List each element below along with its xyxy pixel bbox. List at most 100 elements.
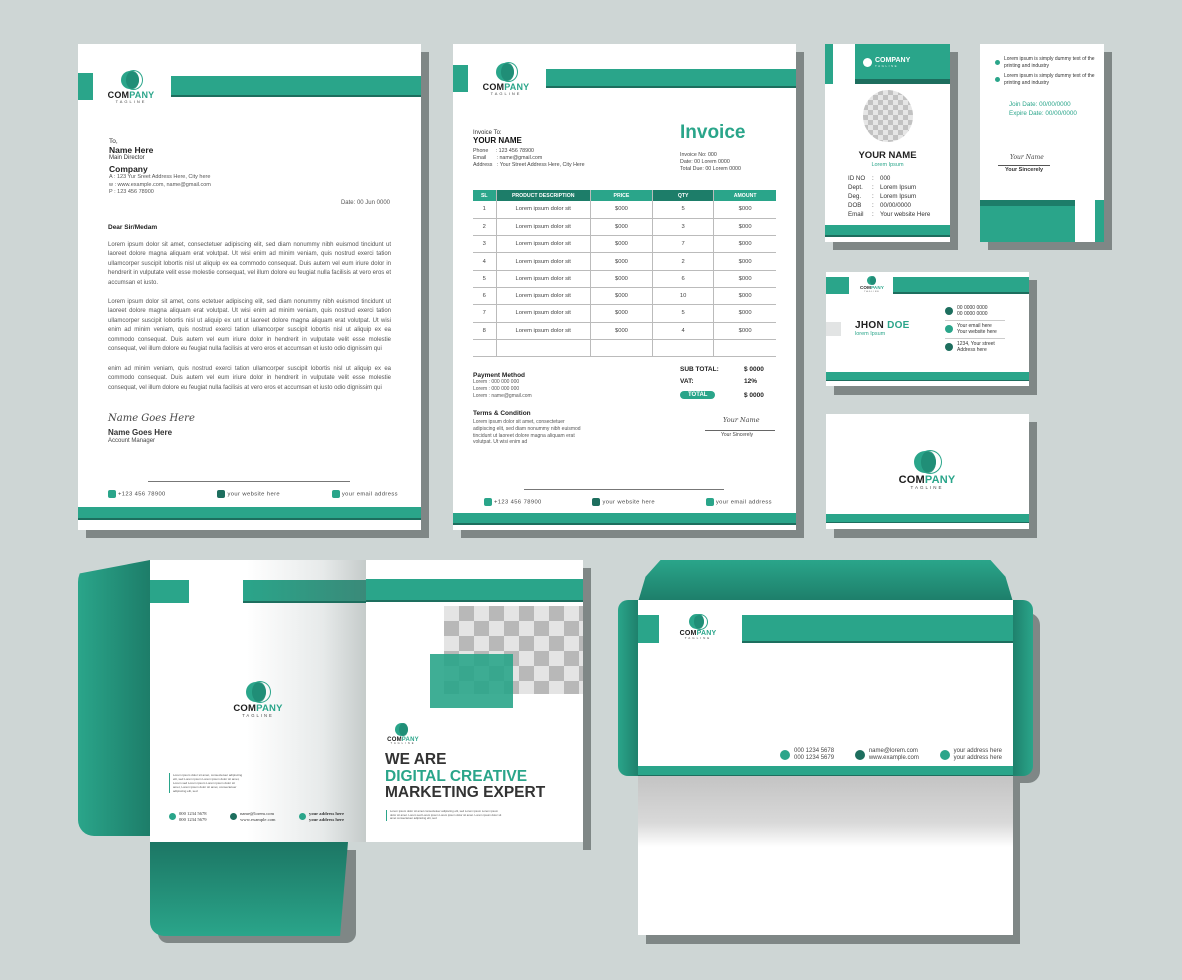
globe-icon [217, 490, 226, 498]
cell-sl: 3 [473, 235, 497, 254]
id-name: YOUR NAME [858, 150, 917, 161]
id-field-row: Deg.: Lorem Ipsum [848, 193, 917, 200]
biz-website: Your website here [957, 329, 997, 335]
id-subtitle: Lorem Ipsum [871, 162, 904, 168]
id-field-row: Email: Your website Here [848, 211, 931, 218]
env-website: www.example.com [868, 755, 919, 761]
cell-description: Lorem ipsum dolor sit [495, 304, 591, 323]
folder-bottom-flap [150, 842, 348, 936]
headline-line-3: MARKETING EXPERT [385, 784, 546, 801]
signer-name: Name Goes Here [108, 428, 173, 437]
join-date: Join Date: 00/00/0000 [1009, 101, 1071, 108]
cell-description: Lorem ipsum dolor sit [495, 270, 591, 288]
biz-grey-block [826, 322, 841, 336]
footer-divider [148, 481, 350, 482]
invoice-row: 7 Lorem ipsum dolor sit $000 5 $000 [473, 304, 776, 323]
cover-logo: COMPANY TAGLINE [384, 723, 422, 746]
logo-mark-icon [863, 58, 872, 67]
cover-bar [366, 579, 583, 602]
id-field-value: Lorem Ipsum [880, 184, 917, 191]
footer-phone: +123 456 78900 [484, 498, 542, 506]
recipient-role: Main Director [109, 155, 145, 161]
invoice-to-phone: Phone : 123 456 78900 [473, 148, 534, 154]
payment-method-title: Payment Method [473, 372, 526, 379]
col-amount: AMOUNT [713, 190, 776, 201]
footer-contacts: +123 456 78900 your website here your em… [484, 498, 772, 506]
letter-paragraph-3: enim ad minim veniam, quis nostrud exerc… [108, 366, 391, 391]
cover-blurb: Lorem ipsum dolor sit amet consectetuer … [386, 809, 504, 822]
invoice-to-email: Email : name@gmail.com [473, 155, 543, 162]
expire-date: Expire Date: 00/00/0000 [1009, 110, 1077, 117]
biz-phone-2: 00 0000 0000 [957, 311, 988, 317]
id-strip-left [825, 44, 833, 84]
cell-sl: 6 [473, 287, 497, 306]
signature-script: Name Goes Here [108, 413, 195, 424]
logo-mark-icon [494, 62, 518, 82]
phone-icon [780, 750, 790, 760]
id-back-sincerely: Your Sincerely [1005, 167, 1044, 173]
invoice-sincerely: Your Sincerely [721, 432, 754, 438]
cell-amount: $000 [713, 322, 776, 340]
logo-mark-icon [244, 681, 272, 703]
id-bullet-item: Lorem ipsum is simply dummy text of the … [995, 56, 1103, 69]
company-logo: COMPANY TAGLINE [477, 62, 535, 96]
letter-paragraph-1: Lorem ipsum dolor sit amet, consectetuer… [108, 242, 391, 286]
folder-inside-left: COMPANY TAGLINE Lorem ipsum dolor sit am… [150, 560, 366, 842]
cell-qty: 7 [652, 235, 714, 254]
footer-email: your email address [705, 498, 772, 506]
cell-price: $000 [589, 218, 653, 237]
globe-icon [945, 325, 953, 333]
cover-teal-box [430, 654, 513, 708]
envelope-contacts: 000 1234 5678 000 1234 5679 name@lorem.co… [780, 748, 1002, 762]
header-bar [171, 76, 421, 97]
bullet-dot-icon [995, 60, 1000, 65]
mail-icon [705, 498, 714, 506]
invoice-to-address: Address : Your Street Address Here, City… [473, 162, 585, 169]
id-back-band [980, 206, 1075, 242]
logo-mark-icon [688, 614, 708, 630]
biz-header-bar [893, 277, 1029, 294]
cell-qty: 10 [652, 287, 714, 306]
header-accent-left [78, 73, 93, 100]
cell-description: Lorem ipsum dolor sit [495, 287, 591, 306]
bullet-dot-icon [995, 77, 1000, 82]
id-field-row: ID NO:000 [848, 175, 891, 182]
biz-subtitle: lorem Ipsum [855, 331, 886, 337]
cell-qty: 6 [652, 270, 714, 288]
payment-line-3: Lorem : name@gmail.com [473, 392, 532, 399]
invoice: COMPANY TAGLINE Invoice To: YOUR NAME Ph… [453, 44, 796, 530]
cell-qty: 4 [652, 322, 714, 340]
env-addr-1: your address here [953, 748, 1002, 754]
location-icon [945, 343, 953, 351]
cell-price: $000 [589, 201, 653, 219]
cell-qty: 2 [652, 252, 714, 271]
col-price: PRICE [589, 190, 653, 201]
biz-addr-2: Address here [957, 347, 987, 353]
invoice-due: Total Due: 00 Lorem 0000 [680, 166, 741, 173]
cell-price: $000 [589, 287, 653, 306]
letterhead: COMPANY TAGLINE To, Name Here Main Direc… [78, 44, 421, 530]
cell-amount: $000 [713, 218, 776, 237]
footer-divider [524, 489, 724, 490]
id-footer-bar [825, 225, 950, 237]
cell-price: $000 [589, 304, 653, 323]
to-label: To, [109, 138, 118, 145]
id-bullet-item: Lorem ipsum is simply dummy text of the … [995, 73, 1103, 86]
id-field-value: Your website Here [880, 211, 931, 218]
vat-value: 12% [744, 378, 758, 385]
invoice-title: Invoice [680, 122, 746, 143]
business-card-back: COMPANY TAGLINE [826, 414, 1029, 529]
invoice-row: 5 Lorem ipsum dolor sit $000 6 $000 [473, 270, 776, 288]
cover-headline: WE ARE DIGITAL CREATIVE MARKETING EXPERT [385, 751, 546, 802]
cell-description: Lorem ipsum dolor sit [495, 235, 591, 254]
payment-line-1: Lorem : 000 000 000 [473, 379, 520, 385]
terms-title: Terms & Condition [473, 410, 531, 418]
cell-price [589, 339, 653, 358]
invoice-row [473, 339, 776, 358]
id-field-key: Deg. [848, 193, 862, 200]
env-phone-2: 000 1234 5679 [794, 755, 835, 761]
company-logo: COMPANY TAGLINE [102, 70, 160, 104]
id-card-front: COM COMPANY TAGLINE YOUR NAME Lorem Ipsu… [825, 44, 950, 242]
biz-name: JHON DOE [855, 320, 910, 331]
folder-bar-right [243, 580, 366, 603]
